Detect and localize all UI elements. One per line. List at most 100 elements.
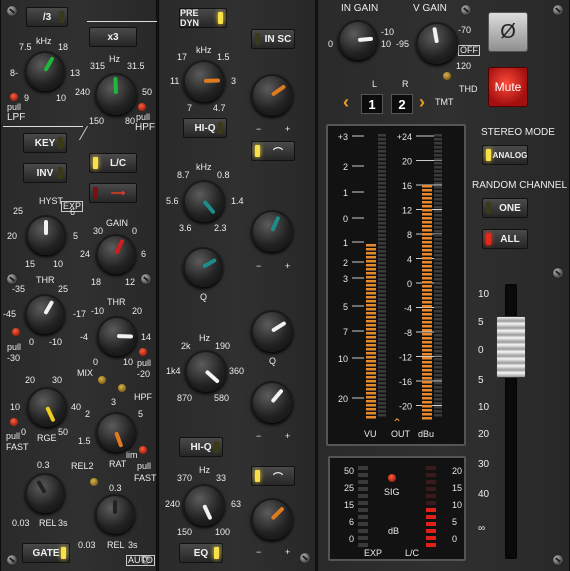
hyst-knob[interactable] bbox=[26, 215, 66, 255]
lc-meter-segment bbox=[426, 508, 436, 512]
vu-meter-segment bbox=[366, 416, 376, 419]
meter-segment-off bbox=[378, 322, 386, 325]
key-button[interactable]: KEY bbox=[23, 133, 67, 153]
one-button[interactable]: ONE bbox=[482, 198, 528, 218]
dbu-tick-label: 8 bbox=[407, 230, 412, 240]
gate-button[interactable]: GATE bbox=[22, 543, 70, 563]
vu-meter-segment bbox=[366, 316, 376, 319]
meter-segment-off bbox=[378, 218, 386, 221]
vu-meter-segment bbox=[366, 364, 376, 367]
meter-segment-off bbox=[378, 386, 386, 389]
eq4-frequency-knob[interactable] bbox=[183, 484, 225, 526]
rel1-knob[interactable] bbox=[25, 473, 65, 513]
eq1-unit-label: kHz bbox=[196, 45, 212, 55]
eq3-frequency-knob[interactable] bbox=[185, 350, 227, 392]
divide-by-3-led bbox=[59, 11, 64, 23]
prev-channel-icon[interactable]: ‹ bbox=[343, 92, 349, 113]
eq-panel: PRE DYN IN SC kHz 17 1.5 11 3 7 4.7 − + … bbox=[158, 0, 316, 571]
lpf-tick-label: 9 bbox=[24, 93, 30, 103]
times-3-button[interactable]: x3 bbox=[89, 27, 137, 47]
all-button[interactable]: ALL bbox=[482, 229, 528, 249]
hi-q-button-1[interactable]: HI-Q bbox=[183, 118, 227, 138]
knob-pointer bbox=[114, 431, 124, 448]
eq1-frequency-knob[interactable] bbox=[183, 60, 225, 102]
lc-button[interactable]: L/C bbox=[89, 153, 137, 173]
hpf-frequency-knob[interactable] bbox=[95, 73, 137, 115]
thr2-knob[interactable] bbox=[97, 316, 137, 356]
eq1-tick-label: 17 bbox=[177, 52, 188, 62]
lc-meter-segment bbox=[426, 522, 436, 526]
meter-segment-off bbox=[378, 334, 386, 337]
meter-segment-off bbox=[434, 206, 442, 209]
sig-label: SIG bbox=[384, 487, 400, 497]
rel2-knob[interactable] bbox=[95, 494, 135, 534]
vu-tick-label: 3 bbox=[343, 274, 348, 284]
meter-segment-off bbox=[378, 186, 386, 189]
meter-segment-off bbox=[378, 394, 386, 397]
left-channel-label: L bbox=[372, 79, 378, 89]
meter-segment-off bbox=[378, 314, 386, 317]
eq1-gain-knob[interactable] bbox=[251, 74, 293, 116]
v-gain-knob[interactable] bbox=[416, 22, 458, 64]
dbu-meter-segment bbox=[422, 197, 432, 200]
vu-meter-segment bbox=[366, 380, 376, 383]
gain-knob[interactable] bbox=[96, 234, 136, 274]
rat-tick-label: 3 bbox=[111, 397, 117, 407]
hi-q-button-2[interactable]: HI-Q bbox=[179, 437, 223, 457]
divider-line bbox=[87, 21, 157, 22]
lpf-tick-label: 18 bbox=[58, 42, 69, 52]
rge-knob[interactable] bbox=[27, 387, 67, 427]
fader-handle[interactable] bbox=[496, 316, 526, 378]
eq4-tick-label: 33 bbox=[216, 473, 227, 483]
lpf-frequency-knob[interactable] bbox=[25, 51, 65, 91]
dbu-meter-segment bbox=[422, 337, 432, 340]
channel-1-display[interactable]: 1 bbox=[361, 94, 383, 114]
meter-segment-off bbox=[434, 310, 442, 313]
next-channel-icon[interactable]: › bbox=[419, 92, 425, 113]
hyst-tick-label: 10 bbox=[53, 259, 64, 269]
channel-2-display[interactable]: 2 bbox=[391, 94, 413, 114]
thr2-tick-label: 14 bbox=[141, 332, 152, 342]
lc-meter-label: L/C bbox=[405, 548, 420, 558]
knob-pointer bbox=[36, 479, 47, 494]
meter-segment-off bbox=[434, 138, 442, 141]
eq1-tick-label: 11 bbox=[170, 76, 180, 86]
in-gain-knob[interactable] bbox=[338, 20, 378, 60]
lc-label: L/C bbox=[109, 157, 127, 169]
dbu-meter-segment bbox=[422, 193, 432, 196]
eq2-tick-label: 1.4 bbox=[231, 196, 244, 206]
eq3-tick-label: 190 bbox=[215, 341, 231, 351]
inv-button[interactable]: INV bbox=[23, 163, 67, 183]
screw bbox=[553, 268, 563, 278]
shelf-button-1[interactable]: ⌒ bbox=[251, 141, 295, 161]
vu-tick-label: 7 bbox=[343, 327, 348, 337]
rat-tick-label: 2 bbox=[85, 409, 91, 419]
thr1-label: THR bbox=[36, 275, 55, 285]
analog-button[interactable]: ANALOG bbox=[482, 145, 528, 165]
shelf-curve-icon: ⌒ bbox=[273, 147, 283, 159]
dbu-meter-segment bbox=[422, 241, 432, 244]
rat-knob[interactable] bbox=[96, 412, 136, 452]
eq2-frequency-knob[interactable] bbox=[183, 180, 225, 222]
eq-button[interactable]: EQ bbox=[179, 543, 223, 563]
mute-button[interactable]: Mute bbox=[488, 67, 528, 107]
arrow-button[interactable]: ⟶ bbox=[89, 183, 137, 203]
thr1-knob[interactable] bbox=[25, 294, 65, 334]
q-knob-2[interactable] bbox=[251, 310, 293, 352]
meter-segment-off bbox=[378, 310, 386, 313]
shelf-button-2[interactable]: ⌒ bbox=[251, 466, 295, 486]
eq4-tick-label: 100 bbox=[215, 527, 231, 537]
phase-invert-button[interactable]: Ø bbox=[488, 12, 528, 52]
divide-by-3-button[interactable]: /3 bbox=[26, 7, 68, 27]
eq3-gain-knob[interactable] bbox=[251, 381, 293, 423]
pre-dyn-button[interactable]: PRE DYN bbox=[179, 8, 227, 28]
in-sc-button[interactable]: IN SC bbox=[251, 29, 295, 49]
vu-tick-label: 1 bbox=[343, 188, 348, 198]
inv-label: INV bbox=[36, 167, 54, 179]
hpf-tick-label: 315 bbox=[90, 61, 106, 71]
meter-segment-off bbox=[434, 266, 442, 269]
thd-label: THD bbox=[459, 84, 478, 94]
eq2-gain-knob[interactable] bbox=[251, 210, 293, 252]
q-knob-1[interactable] bbox=[183, 247, 223, 287]
eq4-gain-knob[interactable] bbox=[251, 498, 293, 540]
